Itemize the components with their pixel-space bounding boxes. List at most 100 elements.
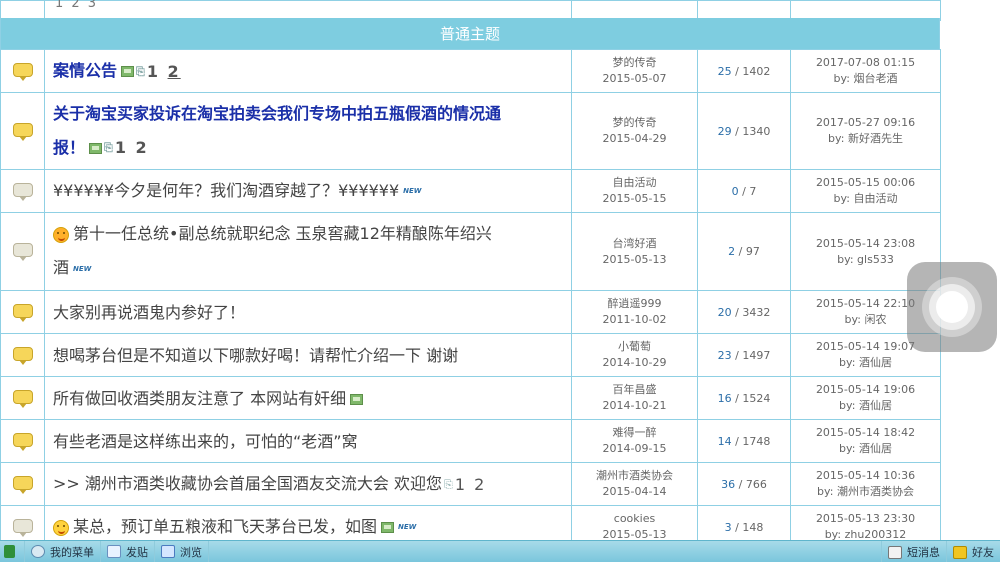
topic-row[interactable]: 所有做回收酒类朋友注意了 本网站有奸细 百年昌盛 2014-10-21 16 / 15… (0, 376, 941, 420)
my-menu-button[interactable]: 我的菜单 (25, 540, 101, 562)
topic-date: 2015-05-07 (602, 72, 667, 85)
topic-date: 2011-10-02 (602, 313, 667, 326)
topic-author[interactable]: cookies (572, 511, 697, 527)
topic-title[interactable]: >> 潮州市酒类收藏协会首届全国酒友交流大会 欢迎您 ⎘ 1 2 (53, 467, 563, 501)
topic-hot-icon (12, 475, 33, 494)
topic-row[interactable]: 有些老酒是这样练出来的，可怕的“老酒”窝 难得一醉 2014-09-15 14 / 1… (0, 419, 941, 463)
topic-title[interactable]: 想喝茅台但是不知道以下哪款好喝！请帮忙介绍一下 谢谢 (53, 339, 563, 372)
view-count: 148 (742, 520, 764, 534)
last-post-time[interactable]: 2015-05-13 23:30 (791, 511, 940, 527)
topic-title[interactable]: 关于淘宝买家投诉在淘宝拍卖会我们专场中拍五瓶假酒的情况通 报！ ⎘ 1 2 (53, 97, 563, 166)
friends-button[interactable]: 好友 (946, 541, 1000, 562)
topic-rows: 案情公告 ⎘ 1 2 梦的传奇 2015-05-07 25 / 1402 2017-07-0… (0, 49, 941, 549)
last-post-author[interactable]: by: 新好酒先生 (791, 131, 940, 147)
assistive-touch-button[interactable] (907, 262, 997, 352)
topic-date: 2014-09-15 (602, 442, 667, 455)
last-post-time[interactable]: 2015-05-14 19:06 (791, 382, 940, 398)
browse-label: 浏览 (180, 545, 202, 559)
page-link[interactable]: 2 (168, 62, 181, 81)
topic-title-line2: 报！ (53, 137, 86, 157)
topic-row[interactable]: 关于淘宝买家投诉在淘宝拍卖会我们专场中拍五瓶假酒的情况通 报！ ⎘ 1 2 梦的传奇 20… (0, 92, 941, 170)
page-link[interactable]: 1 (147, 62, 160, 81)
view-count: 97 (745, 245, 760, 258)
topic-author[interactable]: 醉逍遥999 (572, 296, 697, 312)
page-link[interactable]: 1 (115, 138, 128, 157)
topic-author[interactable]: 潮州市酒类协会 (572, 468, 697, 484)
topic-title[interactable]: 第十一任总统•副总统就职纪念 玉泉窖藏12年精酿陈年绍兴酒 NEW (53, 217, 563, 286)
reply-count: 23 (717, 348, 732, 362)
topic-date: 2015-05-15 (602, 192, 667, 205)
stats-separator: / (731, 434, 743, 448)
messages-button[interactable]: 短消息 (881, 541, 946, 562)
view-count: 3432 (742, 305, 771, 319)
paperclip-icon: ⎘ (444, 478, 453, 491)
topic-row[interactable]: 案情公告 ⎘ 1 2 梦的传奇 2015-05-07 25 / 1402 2017-07-0… (0, 49, 941, 93)
page-link[interactable]: 2 (136, 138, 149, 157)
topic-row[interactable]: 第十一任总统•副总统就职纪念 玉泉窖藏12年精酿陈年绍兴酒 NEW 台湾好酒 2015… (0, 212, 941, 291)
new-badge: NEW (403, 187, 422, 195)
post-button[interactable]: 发贴 (101, 540, 155, 562)
topic-author[interactable]: 自由活动 (572, 175, 697, 191)
topic-table: 案情公告 ⎘ 1 2 梦的传奇 2015-05-07 25 / 1402 2017-07-0… (0, 49, 941, 549)
view-count: 1497 (742, 348, 771, 362)
last-post-time[interactable]: 2015-05-14 10:36 (791, 468, 940, 484)
topic-title[interactable]: 有些老酒是这样练出来的，可怕的“老酒”窝 (53, 425, 563, 458)
paperclip-icon: ⎘ (136, 65, 145, 78)
image-attachment-icon (350, 393, 364, 405)
topic-author[interactable]: 小葡萄 (572, 339, 697, 355)
topic-row[interactable]: ¥¥¥¥¥¥今夕是何年？我们淘酒穿越了？¥¥¥¥¥¥ NEW 自由活动 2015-05… (0, 169, 941, 213)
last-post-author[interactable]: by: 酒仙居 (791, 441, 940, 457)
topic-author[interactable]: 难得一醉 (572, 425, 697, 441)
topic-row[interactable]: >> 潮州市酒类收藏协会首届全国酒友交流大会 欢迎您 ⎘ 1 2 潮州市酒类协会 201… (0, 462, 941, 506)
topic-hot-icon (12, 303, 33, 322)
download-button[interactable] (0, 540, 25, 562)
reply-count: 14 (717, 434, 732, 448)
page-link[interactable]: 1 (455, 475, 467, 494)
last-post-author[interactable]: by: 潮州市酒类协会 (791, 484, 940, 500)
topic-author[interactable]: 台湾好酒 (572, 236, 697, 252)
topic-title[interactable]: 案情公告 ⎘ 1 2 (53, 54, 563, 88)
reply-count: 20 (717, 305, 732, 319)
last-post-time[interactable]: 2017-07-08 01:15 (791, 55, 940, 71)
last-post-time[interactable]: 2017-05-27 09:16 (791, 115, 940, 131)
last-post-author[interactable]: by: 烟台老酒 (791, 71, 940, 87)
last-post-author[interactable]: by: 酒仙居 (791, 398, 940, 414)
last-post-author[interactable]: by: 自由活动 (791, 191, 940, 207)
top-partial-pages[interactable]: 1 2 3 (55, 0, 98, 11)
messages-label: 短消息 (907, 546, 940, 559)
stats-separator: / (731, 124, 743, 138)
topic-row[interactable]: 大家别再说酒鬼内参好了！ 醉逍遥999 2011-10-02 20 / 3432 201… (0, 290, 941, 334)
last-post-time[interactable]: 2015-05-15 00:06 (791, 175, 940, 191)
topic-page-links[interactable]: 1 2 (147, 62, 181, 81)
topic-title[interactable]: 所有做回收酒类朋友注意了 本网站有奸细 (53, 382, 563, 415)
page-link[interactable]: 2 (474, 475, 486, 494)
reply-count: 0 (731, 184, 739, 198)
topic-author[interactable]: 梦的传奇 (572, 115, 697, 131)
topic-date: 2014-10-21 (602, 399, 667, 412)
topic-title[interactable]: 大家别再说酒鬼内参好了！ (53, 296, 563, 329)
topic-title-text: 所有做回收酒类朋友注意了 本网站有奸细 (53, 388, 347, 408)
topic-row[interactable]: 想喝茅台但是不知道以下哪款好喝！请帮忙介绍一下 谢谢 小葡萄 2014-10-29 2… (0, 333, 941, 377)
reply-count: 25 (717, 64, 732, 78)
topic-title-text: 案情公告 (53, 61, 118, 80)
book-icon (161, 545, 175, 558)
section-header-normal-topics: 普通主题 (0, 18, 940, 49)
topic-title[interactable]: ¥¥¥¥¥¥今夕是何年？我们淘酒穿越了？¥¥¥¥¥¥ NEW (53, 174, 563, 208)
topic-title-line1: 第十一任总统•副总统就职纪念 玉泉窖藏12年精酿陈年绍兴 (73, 224, 492, 244)
topic-author[interactable]: 梦的传奇 (572, 55, 697, 71)
last-post-time[interactable]: 2015-05-14 18:42 (791, 425, 940, 441)
browse-button[interactable]: 浏览 (155, 540, 209, 562)
topic-title-line1: 关于淘宝买家投诉在淘宝拍卖会我们专场中拍五瓶假酒的情况通 (53, 103, 502, 123)
last-post-author[interactable]: by: 酒仙居 (791, 355, 940, 371)
topic-hot-icon (12, 62, 33, 81)
post-label: 发贴 (126, 545, 148, 559)
last-post-time[interactable]: 2015-05-14 23:08 (791, 236, 940, 252)
topic-page-links[interactable]: 1 2 (115, 138, 149, 157)
topic-title-text: ¥¥¥¥¥¥今夕是何年？我们淘酒穿越了？¥¥¥¥¥¥ (53, 181, 400, 200)
image-attachment-icon (381, 522, 395, 533)
view-count: 1402 (742, 64, 771, 78)
topic-author[interactable]: 百年昌盛 (572, 382, 697, 398)
topic-date: 2015-05-13 (602, 252, 667, 266)
topic-title[interactable]: 某总，预订单五粮液和飞天茅台已发，如图 NEW (53, 510, 563, 544)
topic-page-links[interactable]: 1 2 (455, 475, 486, 494)
